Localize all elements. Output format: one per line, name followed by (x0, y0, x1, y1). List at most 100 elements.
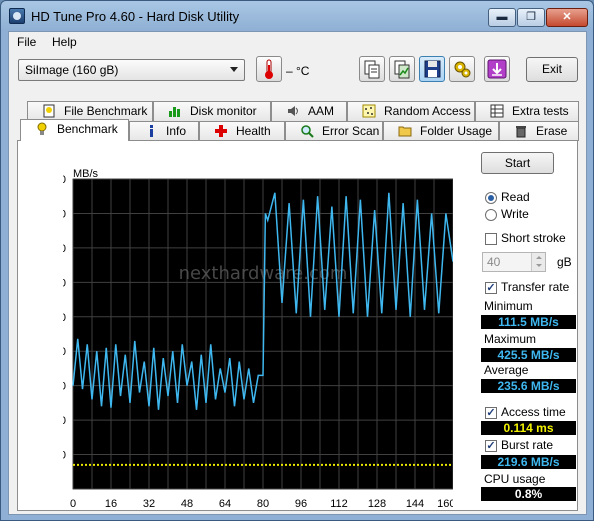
tab-erase-label: Erase (536, 124, 568, 138)
x-tick-label: 96 (295, 498, 307, 509)
temperature-button[interactable] (256, 56, 282, 82)
tab-error-scan[interactable]: Error Scan (285, 121, 383, 141)
tab-aam-label: AAM (308, 104, 335, 118)
burst-rate-label: Burst rate (501, 438, 554, 452)
file-bulb-icon (43, 104, 55, 118)
y-left-tick-label: 400 (63, 208, 66, 220)
write-radio[interactable] (485, 209, 497, 221)
window-title: HD Tune Pro 4.60 - Hard Disk Utility (31, 9, 240, 24)
stroke-size-value: 40 (487, 255, 501, 269)
drive-select[interactable]: SiImage (160 gB) (18, 59, 245, 81)
folder-icon (398, 126, 412, 137)
maximize-button[interactable]: ❐ (517, 8, 545, 27)
tab-disk-monitor-label: Disk monitor (190, 104, 257, 118)
read-radio[interactable] (485, 192, 497, 204)
x-tick-label: 0 (70, 498, 76, 509)
y-left-tick-label: 50 (63, 450, 66, 462)
tab-folder-usage-label: Folder Usage (420, 124, 493, 138)
menu-file[interactable]: File (17, 35, 36, 49)
minimum-label: Minimum (484, 299, 533, 313)
tab-folder-usage[interactable]: Folder Usage (383, 121, 499, 141)
write-label: Write (501, 207, 529, 221)
copy-graph-button[interactable] (389, 56, 415, 82)
tab-erase[interactable]: Erase (499, 121, 579, 141)
benchmark-panel: nexthardware.com450400350300250200150100… (17, 140, 578, 511)
y-left-tick-label: 450 (63, 174, 66, 186)
red-cross-icon (215, 125, 227, 137)
y-left-tick-label: 150 (63, 381, 66, 393)
y-left-tick-label: 350 (63, 243, 66, 255)
burst-rate-value: 219.6 MB/s (481, 455, 576, 469)
grid-table-icon (490, 104, 504, 118)
save-button[interactable] (419, 56, 445, 82)
tab-disk-monitor[interactable]: Disk monitor (153, 101, 271, 121)
drive-select-value: SiImage (160 gB) (25, 63, 119, 77)
tab-health-label: Health (236, 124, 271, 138)
stroke-size-stepper[interactable]: 40 (482, 252, 546, 272)
trash-icon (516, 126, 526, 138)
y-left-tick-label: 250 (63, 312, 66, 324)
title-bar: HD Tune Pro 4.60 - Hard Disk Utility ▬ ❐… (1, 1, 593, 31)
tab-aam[interactable]: AAM (271, 101, 347, 121)
access-time-label: Access time (501, 405, 566, 419)
copy-icon (364, 60, 380, 79)
access-time-value: 0.114 ms (481, 421, 576, 435)
access-time-checkbox[interactable]: ✓ (485, 407, 497, 419)
tab-random-access[interactable]: Random Access (347, 101, 475, 121)
menu-help[interactable]: Help (52, 35, 77, 49)
menu-bar: File Help (9, 32, 586, 52)
read-label: Read (501, 190, 530, 204)
lightbulb-icon (37, 122, 47, 135)
tab-random-access-label: Random Access (384, 104, 471, 118)
tab-error-scan-label: Error Scan (322, 124, 380, 138)
options-button[interactable] (449, 56, 475, 82)
client-area: File Help SiImage (160 gB) – °C Exit Fil… (8, 31, 587, 515)
stepper-up-icon[interactable] (531, 253, 545, 262)
x-tick-label: 128 (368, 498, 386, 509)
info-icon (150, 125, 153, 137)
app-window: HD Tune Pro 4.60 - Hard Disk Utility ▬ ❐… (0, 0, 594, 521)
cpu-usage-value: 0.8% (481, 487, 576, 501)
scatter-grid-icon (362, 104, 376, 118)
x-tick-label: 16 (105, 498, 117, 509)
burst-rate-checkbox[interactable]: ✓ (485, 440, 497, 452)
magnifier-icon (301, 125, 314, 138)
close-button[interactable]: ✕ (546, 8, 588, 27)
tab-extra-tests[interactable]: Extra tests (475, 101, 579, 121)
copy-graph-icon (394, 60, 410, 79)
exit-button[interactable]: Exit (526, 57, 578, 82)
start-button[interactable]: Start (481, 152, 554, 174)
y-left-tick-label: 300 (63, 277, 66, 289)
x-tick-label: 160gB (437, 498, 453, 509)
tab-health[interactable]: Health (199, 121, 285, 141)
hdtune-app-icon (9, 8, 25, 24)
average-label: Average (484, 363, 529, 377)
minimize-button[interactable]: ▬ (488, 8, 516, 27)
x-tick-label: 64 (219, 498, 231, 509)
temperature-readout: – °C (286, 64, 310, 78)
short-stroke-label: Short stroke (501, 231, 566, 245)
short-stroke-checkbox[interactable] (485, 233, 497, 245)
speaker-icon (288, 106, 298, 116)
tab-info[interactable]: Info (129, 121, 199, 141)
y-left-tick-label: 100 (63, 415, 66, 427)
tab-file-benchmark-label: File Benchmark (64, 104, 148, 118)
y-left-axis-label: MB/s (73, 169, 99, 180)
minimum-value: 111.5 MB/s (481, 315, 576, 329)
stepper-down-icon[interactable] (531, 262, 545, 271)
tab-file-benchmark[interactable]: File Benchmark (27, 101, 153, 121)
download-button[interactable] (484, 56, 510, 82)
benchmark-chart: nexthardware.com450400350300250200150100… (63, 169, 453, 509)
average-value: 235.6 MB/s (481, 379, 576, 393)
transfer-rate-checkbox[interactable]: ✓ (485, 282, 497, 294)
copy-info-button[interactable] (359, 56, 385, 82)
x-tick-label: 80 (257, 498, 269, 509)
tab-benchmark[interactable]: Benchmark (20, 119, 129, 141)
x-tick-label: 144 (406, 498, 424, 509)
tab-extra-tests-label: Extra tests (512, 104, 569, 118)
thermometer-icon (265, 59, 273, 79)
maximum-label: Maximum (484, 332, 537, 346)
stroke-unit-label: gB (557, 255, 572, 269)
x-tick-label: 48 (181, 498, 193, 509)
bar-chart-icon (169, 107, 180, 117)
